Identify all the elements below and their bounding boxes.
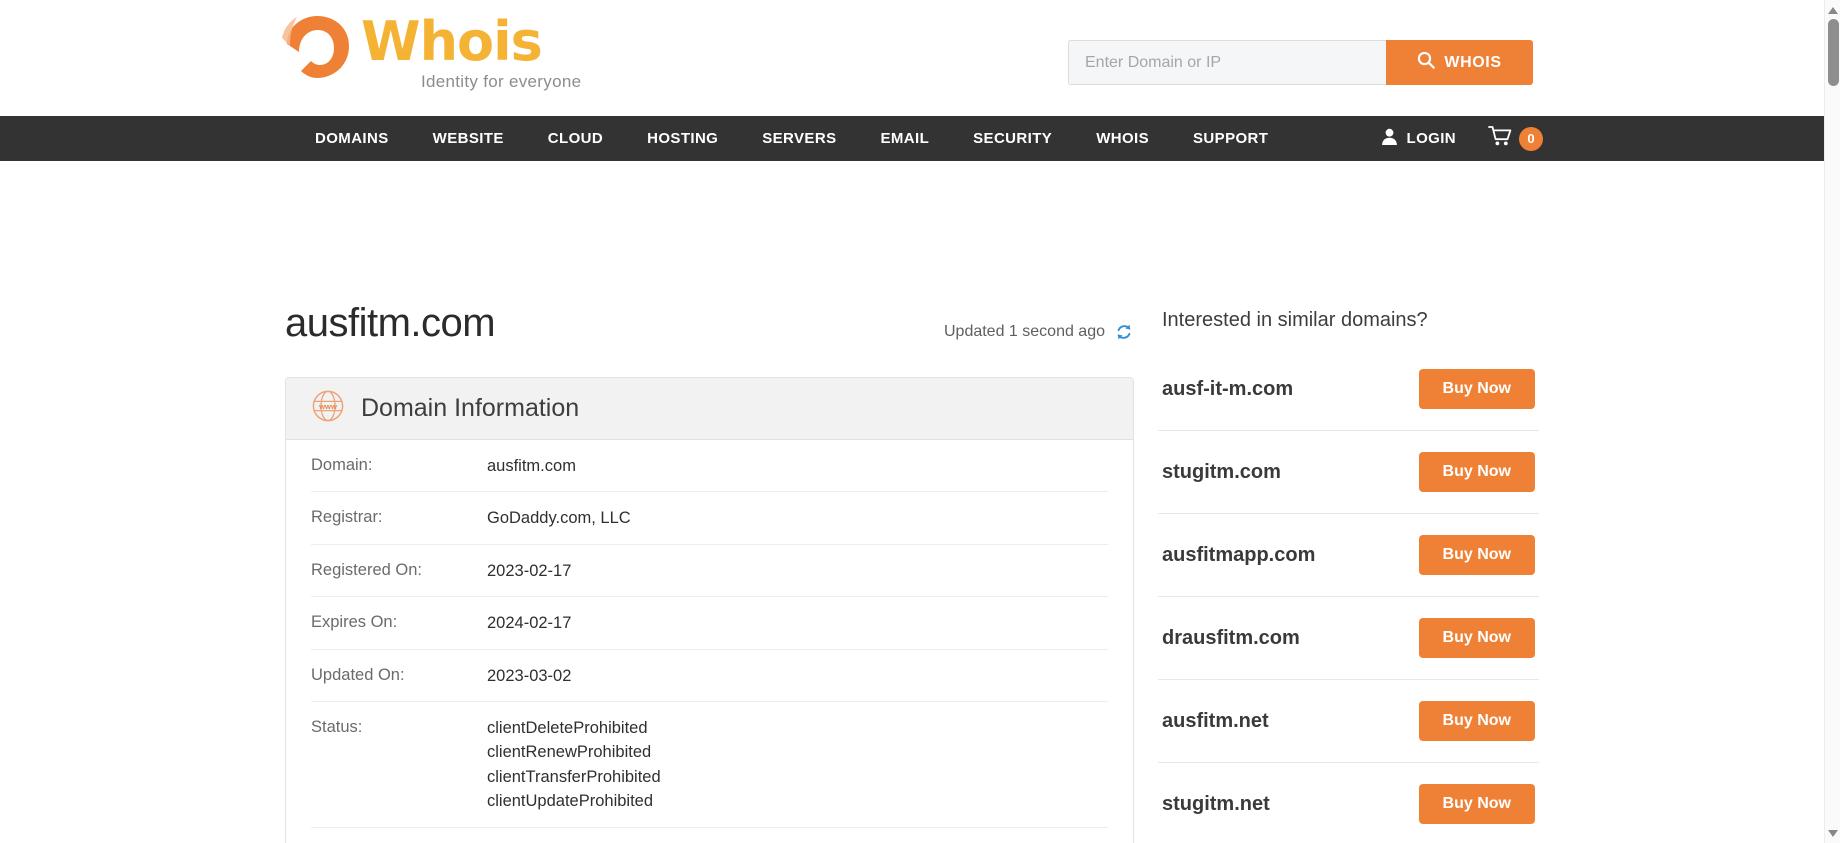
scroll-down-arrow-icon[interactable]	[1825, 825, 1840, 841]
search-icon	[1417, 51, 1436, 74]
user-icon	[1380, 127, 1399, 150]
logo-tagline: Identity for everyone	[421, 71, 582, 91]
list-item: ausfitmapp.com Buy Now	[1158, 514, 1539, 597]
login-button[interactable]: LOGIN	[1380, 127, 1457, 150]
sidebar-title: Interested in similar domains?	[1162, 309, 1428, 331]
table-row: Registered On: 2023-02-17	[311, 545, 1108, 598]
domain-information-rows: Domain: ausfitm.com Registrar: GoDaddy.c…	[286, 440, 1133, 843]
page-root: Whois Identity for everyone WHOIS DOMAIN…	[0, 0, 1840, 843]
buy-now-button[interactable]: Buy Now	[1418, 618, 1535, 658]
buy-now-button[interactable]: Buy Now	[1418, 369, 1535, 409]
nav-item-security[interactable]: SECURITY	[951, 116, 1074, 161]
row-label: Registered On:	[311, 560, 422, 579]
nav-item-website[interactable]: WEBSITE	[411, 116, 526, 161]
nav-item-servers[interactable]: SERVERS	[740, 116, 858, 161]
similar-domain-name[interactable]: stugitm.com	[1162, 461, 1281, 484]
domain-information-panel-header: www Domain Information	[286, 378, 1133, 440]
nav-item-hosting[interactable]: HOSTING	[625, 116, 740, 161]
row-label: Domain:	[311, 456, 373, 474]
updated-label: Updated 1 second ago	[943, 323, 1105, 340]
table-row: Registrar: GoDaddy.com, LLC	[311, 492, 1108, 545]
list-item: drausfitm.com Buy Now	[1158, 597, 1539, 680]
shopping-cart-icon	[1488, 125, 1514, 152]
whois-search-button-label: WHOIS	[1444, 53, 1502, 71]
similar-domain-name[interactable]: drausfitm.com	[1162, 627, 1300, 650]
domain-information-panel-title: Domain Information	[361, 394, 580, 422]
svg-text:www: www	[318, 402, 337, 411]
scroll-up-arrow-icon[interactable]	[1825, 2, 1840, 18]
table-row: Domain: ausfitm.com	[311, 440, 1108, 493]
buy-now-button[interactable]: Buy Now	[1418, 535, 1535, 575]
logo-text: Whois Identity for everyone	[361, 14, 581, 92]
row-label: Updated On:	[311, 665, 405, 684]
cart-button[interactable]: 0	[1488, 125, 1543, 152]
nav-item-domains[interactable]: DOMAINS	[293, 116, 411, 161]
row-label: Registrar:	[311, 508, 383, 527]
table-row: Expires On: 2024-02-17	[311, 597, 1108, 650]
list-item: ausfitm.net Buy Now	[1158, 680, 1539, 763]
similar-domains-sidebar: Interested in similar domains? ausf-it-m…	[1158, 301, 1539, 843]
list-item: stugitm.com Buy Now	[1158, 431, 1539, 514]
site-logo[interactable]: Whois Identity for everyone	[281, 14, 581, 94]
cart-count-badge: 0	[1519, 126, 1543, 151]
row-label: Expires On:	[311, 613, 398, 632]
site-header: Whois Identity for everyone WHOIS	[0, 0, 1824, 116]
similar-domain-name[interactable]: ausfitm.net	[1162, 710, 1269, 733]
logo-wordmark: Whois	[361, 10, 543, 73]
page-scrollbar[interactable]	[1824, 0, 1840, 843]
buy-now-button[interactable]: Buy Now	[1418, 452, 1535, 492]
nav-item-list: DOMAINS WEBSITE CLOUD HOSTING SERVERS EM…	[293, 116, 1290, 161]
nav-item-cloud[interactable]: CLOUD	[526, 116, 625, 161]
row-value: 2024-02-17	[487, 614, 572, 633]
row-value: GoDaddy.com, LLC	[487, 509, 631, 528]
page-title: ausfitm.com	[285, 301, 496, 345]
scrollbar-thumb[interactable]	[1828, 19, 1839, 86]
list-item: ausf-it-m.com Buy Now	[1158, 348, 1539, 431]
whois-search-button[interactable]: WHOIS	[1386, 40, 1533, 85]
similar-domain-name[interactable]: ausfitmapp.com	[1162, 544, 1315, 567]
nav-item-whois[interactable]: WHOIS	[1074, 116, 1171, 161]
row-value: 2023-03-02	[487, 666, 572, 685]
row-value: 2023-02-17	[487, 561, 572, 580]
main-navigation: DOMAINS WEBSITE CLOUD HOSTING SERVERS EM…	[0, 116, 1824, 161]
row-value: clientDeleteProhibited clientRenewProhib…	[487, 719, 661, 811]
nav-item-email[interactable]: EMAIL	[858, 116, 951, 161]
whois-logo-mark-icon	[281, 14, 355, 82]
nav-right-group: LOGIN 0	[1380, 116, 1543, 161]
buy-now-button[interactable]: Buy Now	[1418, 701, 1535, 741]
refresh-icon[interactable]	[1114, 322, 1134, 342]
updated-status: Updated 1 second ago	[944, 322, 1134, 346]
row-value: ausfitm.com	[487, 457, 576, 475]
list-item: stugitm.net Buy Now	[1158, 763, 1539, 843]
table-row: Status: clientDeleteProhibited clientRen…	[311, 702, 1108, 828]
nav-item-support[interactable]: SUPPORT	[1171, 116, 1290, 161]
table-row: Name Servers: bethany.ns.cloudflare.com …	[311, 828, 1108, 843]
login-label: LOGIN	[1406, 130, 1456, 147]
search-input[interactable]	[1068, 40, 1386, 85]
table-row: Updated On: 2023-03-02	[311, 650, 1108, 703]
similar-domain-name[interactable]: stugitm.net	[1162, 793, 1270, 816]
domain-header: ausfitm.com Updated 1 second ago	[285, 301, 1134, 353]
domain-information-panel: www Domain Information Domain: ausfitm.c…	[285, 377, 1134, 843]
row-label: Status:	[311, 718, 363, 737]
www-globe-icon: www	[311, 389, 345, 428]
main-column: ausfitm.com Updated 1 second ago www Dom…	[285, 301, 1134, 843]
whois-search-form: WHOIS	[1068, 40, 1533, 85]
buy-now-button[interactable]: Buy Now	[1418, 784, 1535, 824]
similar-domain-name[interactable]: ausf-it-m.com	[1162, 378, 1293, 401]
